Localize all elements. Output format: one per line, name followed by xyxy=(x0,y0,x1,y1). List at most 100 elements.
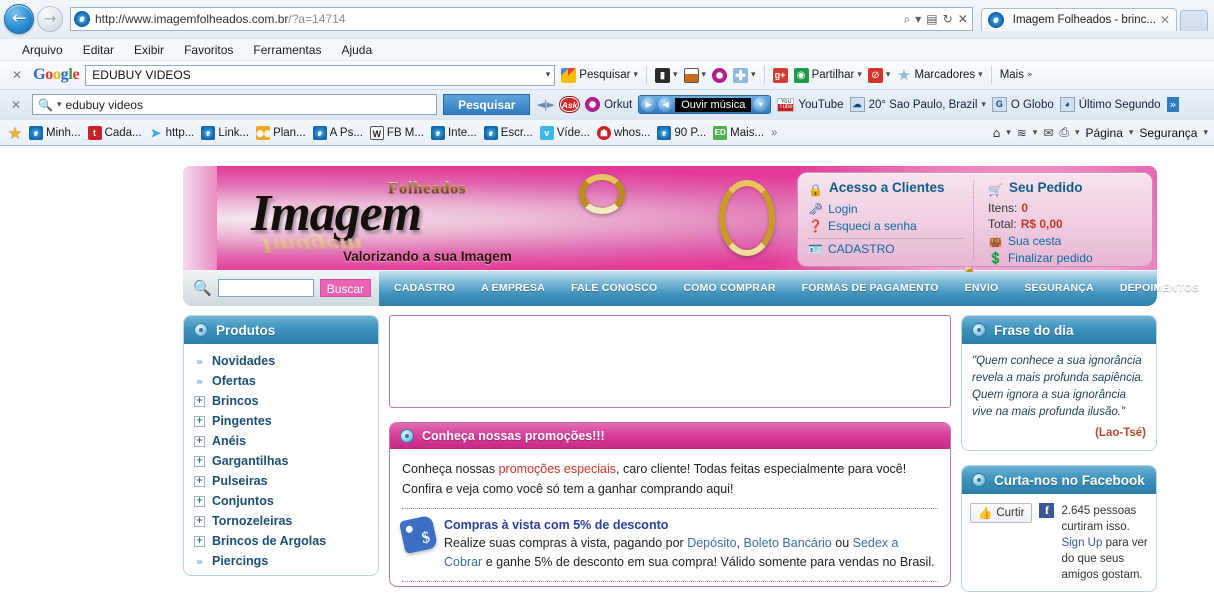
ask-ultimo-segundo-button[interactable]: ◕ Último Segundo xyxy=(1059,97,1161,112)
site-search-button[interactable]: Buscar xyxy=(319,279,372,297)
chevron-down-icon[interactable]: ▾ xyxy=(673,70,678,80)
music-player[interactable]: ▶ ◀ Ouvir música ▾ xyxy=(638,95,772,114)
favorites-add-button[interactable]: ★ xyxy=(6,126,24,140)
sidebar-item-tornozeleiras[interactable]: + Tornozeleiras xyxy=(184,511,378,531)
offer-link-boleto[interactable]: Boleto Bancário xyxy=(744,536,832,550)
security-menu[interactable]: Segurança xyxy=(1139,126,1197,140)
menu-item-ajuda[interactable]: Ajuda xyxy=(331,43,382,57)
ask-weather-button[interactable]: ☁ 20° Sao Paulo, Brazil ▾ xyxy=(849,97,986,112)
google-partilhar-button[interactable]: ◉ Partilhar ▾ xyxy=(793,67,862,83)
tab-imagem-folheados[interactable]: Imagem Folheados - brinc... ✕ xyxy=(980,8,1177,31)
site-search-input[interactable] xyxy=(217,279,314,297)
chevron-down-icon[interactable]: ▾ xyxy=(753,97,769,112)
checkout-link[interactable]: 💲 Finalizar pedido xyxy=(988,251,1093,265)
page-menu[interactable]: Página xyxy=(1086,126,1123,140)
chevron-down-icon[interactable]: ▾ xyxy=(1006,128,1011,138)
mail-icon[interactable]: ✉ xyxy=(1043,126,1053,140)
site-logo[interactable]: Folheados Imagem Imagem Valorizando a su… xyxy=(233,172,563,267)
nav-link-seguranca[interactable]: SEGURANÇA xyxy=(1011,282,1106,294)
feeds-icon[interactable]: ≋ xyxy=(1017,126,1027,140)
close-toolbar-icon[interactable]: ✕ xyxy=(5,98,26,112)
favorite-aps[interactable]: eA Ps... xyxy=(311,125,365,140)
chevron-down-icon[interactable]: ▾ xyxy=(751,70,756,80)
favorite-90p[interactable]: e 90 P... xyxy=(655,125,708,140)
sidebar-item-pingentes[interactable]: + Pingentes xyxy=(184,411,378,431)
volume-icon[interactable]: ◀ xyxy=(658,97,674,112)
favorite-fbm[interactable]: W FB M... xyxy=(368,125,426,140)
favorite-minh[interactable]: e Minh... xyxy=(27,125,83,140)
google-orkut-button[interactable] xyxy=(712,67,728,83)
play-icon[interactable]: ▶ xyxy=(641,97,657,112)
google-block-button[interactable]: ⊘ ▾ xyxy=(867,67,891,83)
favorite-whos[interactable]: ☗ whos... xyxy=(595,125,652,140)
sidebar-item-gargantilhas[interactable]: + Gargantilhas xyxy=(184,451,378,471)
home-icon[interactable]: ⌂ xyxy=(993,126,1001,140)
chevron-down-icon[interactable]: ▾ xyxy=(915,12,921,26)
facebook-like-button[interactable]: 👍 Curtir xyxy=(970,503,1033,523)
ask-orkut-button[interactable]: Orkut xyxy=(585,97,632,112)
favorite-link[interactable]: e Link... xyxy=(199,125,251,140)
promo-link-especiais[interactable]: promoções especiais xyxy=(499,462,616,476)
nav-link-a-empresa[interactable]: A EMPRESA xyxy=(468,282,558,294)
favorite-mais[interactable]: ED Mais... xyxy=(711,125,766,140)
nav-link-depoimentos[interactable]: DEPOIMENTOS xyxy=(1107,282,1213,294)
chevron-down-icon[interactable]: ▾ xyxy=(857,70,862,80)
print-icon[interactable]: ⎙ xyxy=(1059,125,1069,140)
google-mais-button[interactable]: Mais » xyxy=(1000,69,1033,81)
google-plus-share-button[interactable]: g+ xyxy=(772,67,788,83)
forward-button[interactable]: → xyxy=(37,6,63,32)
chevron-down-icon[interactable]: ▾ xyxy=(57,100,62,110)
chevron-down-icon[interactable]: ▾ xyxy=(978,70,983,80)
offer-title[interactable]: Compras à vista com 5% de desconto xyxy=(444,518,938,532)
menu-item-favoritos[interactable]: Favoritos xyxy=(174,43,243,57)
new-tab-button[interactable] xyxy=(1180,10,1208,31)
favorite-inte[interactable]: e Inte... xyxy=(429,125,479,140)
menu-item-editar[interactable]: Editar xyxy=(73,43,124,57)
register-link[interactable]: 🪪 CADASTRO xyxy=(808,242,965,256)
refresh-icon[interactable]: ↻ xyxy=(943,12,953,26)
address-bar[interactable]: http://www.imagemfolheados.com.br/?a=147… xyxy=(70,7,973,31)
ask-youtube-button[interactable]: You Tube xyxy=(777,97,844,112)
nav-link-envio[interactable]: ENVIO xyxy=(952,282,1012,294)
google-plus-button[interactable]: ✚ ▾ xyxy=(733,67,756,83)
expand-plus-icon[interactable]: + xyxy=(194,455,205,467)
search-icon[interactable]: ⌕ xyxy=(904,12,911,27)
nav-link-formas-de-pagamento[interactable]: FORMAS DE PAGAMENTO xyxy=(789,282,952,294)
google-search-button[interactable]: Pesquisar ▾ xyxy=(561,67,638,83)
forgot-password-link[interactable]: ❓ Esqueci a senha xyxy=(808,219,965,233)
sidebar-item-brincos[interactable]: + Brincos xyxy=(184,391,378,411)
favorite-escr[interactable]: e Escr... xyxy=(482,125,535,140)
facebook-signup-link[interactable]: Sign Up xyxy=(1061,537,1102,549)
sidebar-item-brincos-de-argolas[interactable]: + Brincos de Argolas xyxy=(184,531,378,551)
google-window-button[interactable]: ▾ xyxy=(683,67,707,83)
sidebar-item-ofertas[interactable]: » Ofertas xyxy=(184,371,378,391)
google-marcadores-button[interactable]: ★ Marcadores ▾ xyxy=(896,68,982,83)
favorite-cada[interactable]: t Cada... xyxy=(86,125,144,140)
chevron-down-icon[interactable]: ▾ xyxy=(886,70,891,80)
expand-plus-icon[interactable]: + xyxy=(194,495,205,507)
close-icon[interactable]: ✕ xyxy=(1160,13,1170,27)
ask-oglobo-button[interactable]: G O Globo xyxy=(991,97,1054,112)
sidebar-item-aneis[interactable]: + Anéis xyxy=(184,431,378,451)
chevron-down-icon[interactable]: ▾ xyxy=(981,100,986,110)
favorite-video[interactable]: v Víde... xyxy=(538,125,592,140)
login-link[interactable]: 🗝 Login xyxy=(808,202,965,216)
menu-item-ferramentas[interactable]: Ferramentas xyxy=(243,43,331,57)
nav-link-cadastro[interactable]: CADASTRO xyxy=(381,282,468,294)
expand-plus-icon[interactable]: + xyxy=(194,515,205,527)
expand-plus-icon[interactable]: + xyxy=(194,415,205,427)
google-search-input[interactable]: EDUBUY VIDEOS ▾ xyxy=(85,64,556,86)
cart-link[interactable]: 👜 Sua cesta xyxy=(988,234,1093,248)
chevron-down-icon[interactable]: ▾ xyxy=(702,70,707,80)
ask-search-input[interactable]: 🔍 ▾ edubuy videos xyxy=(32,94,438,115)
chevron-down-icon[interactable]: ▾ xyxy=(546,70,551,80)
compat-view-icon[interactable]: ▤ xyxy=(926,12,937,26)
close-toolbar-icon[interactable]: ✕ xyxy=(6,68,27,82)
favorites-overflow-icon[interactable]: » xyxy=(769,127,779,139)
chevron-down-icon[interactable]: ▾ xyxy=(1033,128,1038,138)
nav-link-fale-conosco[interactable]: FALE CONOSCO xyxy=(558,282,670,294)
expand-plus-icon[interactable]: + xyxy=(194,535,205,547)
toolbar-overflow-icon[interactable]: » xyxy=(1166,97,1180,112)
expand-plus-icon[interactable]: + xyxy=(194,395,205,407)
menu-item-exibir[interactable]: Exibir xyxy=(124,43,174,57)
